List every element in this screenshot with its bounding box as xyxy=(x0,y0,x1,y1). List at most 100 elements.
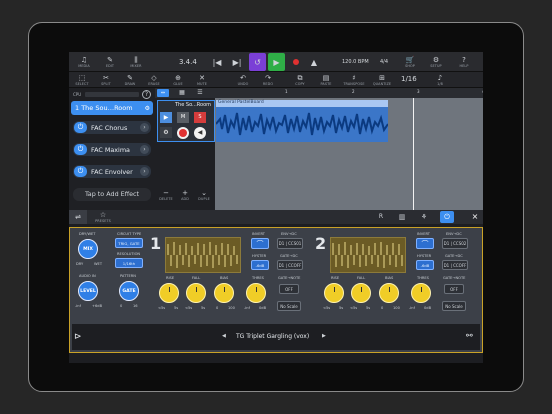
fall-knob[interactable] xyxy=(186,283,206,303)
routing-icon[interactable]: R xyxy=(375,211,387,223)
grid-value[interactable]: 1/16 xyxy=(401,75,417,83)
rewind-to-start-button[interactable]: |◀ xyxy=(210,54,224,70)
sliders-icon[interactable]: ⇌ xyxy=(69,210,87,224)
env-dc-button[interactable]: D1 | CCS02 xyxy=(442,238,468,249)
paste-button[interactable]: ▤ PASTE xyxy=(315,72,337,88)
side-chain-icon[interactable]: ⊳ xyxy=(74,332,82,342)
power-icon[interactable]: ⏻ xyxy=(74,122,87,133)
shop-button[interactable]: 🛒 SHOP xyxy=(399,53,421,71)
snap-icon[interactable]: ⇔ xyxy=(157,89,169,97)
resolution-button[interactable]: 1/16th xyxy=(115,258,143,268)
audio-region[interactable]: General PastelBoard xyxy=(216,100,388,142)
add-track-button[interactable]: + ADD xyxy=(176,184,194,206)
duplicate-track-button[interactable]: ⌄ DUPLE xyxy=(195,184,213,206)
thres-knob[interactable] xyxy=(411,283,431,303)
previous-preset-button[interactable]: ◀ xyxy=(222,333,226,339)
glue-tool[interactable]: ⊕ GLUE xyxy=(167,72,189,88)
settings-icon[interactable]: ⚙ xyxy=(145,105,153,112)
gate-note-button[interactable]: OFF xyxy=(444,284,464,294)
redo-button[interactable]: ↷ REDO xyxy=(257,72,279,88)
piano-icon[interactable]: ▥ xyxy=(396,211,408,223)
preset-name[interactable]: TG Triplet Gargling (vox) xyxy=(236,333,309,340)
mute-button[interactable]: M xyxy=(177,112,189,123)
skip-forward-button[interactable]: ▶| xyxy=(230,54,244,70)
loop-button[interactable]: ↺ xyxy=(249,53,266,71)
help-button[interactable]: ? HELP xyxy=(453,53,475,71)
grid-view-icon[interactable]: ▦ xyxy=(177,89,187,97)
rise-knob[interactable] xyxy=(159,283,179,303)
mute-tool[interactable]: ✕ MUTE xyxy=(191,72,213,88)
gear-icon[interactable]: ⚙ xyxy=(160,127,172,138)
select-tool[interactable]: ⬚ SELECT xyxy=(71,72,93,88)
fall-knob[interactable] xyxy=(351,283,371,303)
link-icon[interactable]: ⚯ xyxy=(466,331,473,340)
edit-button[interactable]: ✎ EDIT xyxy=(99,53,121,71)
playhead[interactable] xyxy=(413,98,414,210)
next-preset-button[interactable]: ▶ xyxy=(322,333,326,339)
split-icon: ✂ xyxy=(103,74,109,82)
erase-tool[interactable]: ◇ ERASE xyxy=(143,72,165,88)
copy-button[interactable]: ⧉ COPY xyxy=(289,72,311,88)
gate-dc-button[interactable]: D1 | CCOFF xyxy=(277,260,303,270)
grid-sub-button[interactable]: ♪ 1/8 xyxy=(429,72,451,88)
bias-knob[interactable] xyxy=(214,283,234,303)
level-knob[interactable]: LEVEL xyxy=(78,281,98,301)
chevron-right-icon[interactable]: › xyxy=(140,145,149,154)
hyster-button[interactable]: -6dB xyxy=(251,260,269,270)
circuit-type-button[interactable]: TRIG, GATE xyxy=(115,238,143,248)
rise-knob[interactable] xyxy=(324,283,344,303)
thres-knob[interactable] xyxy=(246,283,266,303)
power-icon[interactable]: ⏻ xyxy=(74,144,87,155)
chevron-right-icon[interactable]: › xyxy=(140,123,149,132)
media-button[interactable]: ♫ MEDIA xyxy=(73,53,95,71)
draw-tool[interactable]: ✎ DRAW xyxy=(119,72,141,88)
record-button[interactable] xyxy=(289,54,303,70)
add-effect-button[interactable]: Tap to Add Effect xyxy=(73,188,151,201)
play-button[interactable]: ▶ xyxy=(268,53,285,71)
power-icon[interactable]: ⏻ xyxy=(74,166,87,177)
close-icon[interactable]: × xyxy=(469,211,481,223)
info-icon[interactable]: ? xyxy=(142,90,151,99)
network-icon[interactable]: ⚘ xyxy=(418,211,430,223)
time-signature-display[interactable]: 4/4 xyxy=(380,59,388,65)
power-icon[interactable]: ⏻ xyxy=(440,211,454,223)
split-tool[interactable]: ✂ SPLIT xyxy=(95,72,117,88)
transpose-button[interactable]: ♯ TRANSPOSE xyxy=(341,72,367,88)
metronome-button[interactable]: ▲ xyxy=(307,54,321,70)
tempo-display[interactable]: 120.0 BPM xyxy=(342,59,369,65)
edit-label: EDIT xyxy=(105,64,115,68)
fall-label: FALL xyxy=(357,276,366,280)
gate-note-button[interactable]: OFF xyxy=(279,284,299,294)
monitor-speaker-icon[interactable]: ◀ xyxy=(194,127,206,139)
mix-knob[interactable]: MIX xyxy=(78,239,98,259)
scale-button[interactable]: No Scale xyxy=(277,301,301,311)
invert-curve-button[interactable]: ⌒ xyxy=(251,238,269,249)
undo-button[interactable]: ↶ UNDO xyxy=(232,72,254,88)
cpu-label: CPU xyxy=(73,92,82,97)
invert-curve-button[interactable]: ⌒ xyxy=(416,238,434,249)
effect-slot-chorus[interactable]: ⏻ FAC Chorus › xyxy=(73,121,151,134)
list-view-icon[interactable]: ☰ xyxy=(195,89,205,97)
position-display[interactable]: 3.4.4 xyxy=(179,58,197,66)
chevron-right-icon[interactable]: › xyxy=(140,167,149,176)
record-arm-button[interactable] xyxy=(177,127,189,139)
selected-track-chip[interactable]: 1 The Sou…Room ⚙ xyxy=(71,101,153,115)
hyster-button[interactable]: -6dB xyxy=(416,260,434,270)
bias-knob[interactable] xyxy=(379,283,399,303)
track-play-icon[interactable]: ▶ xyxy=(160,112,172,123)
env-dc-button[interactable]: D1 | CCS01 xyxy=(277,238,303,249)
presets-tab[interactable]: ☆ PRESETS xyxy=(91,210,115,224)
solo-button[interactable]: S xyxy=(194,112,206,123)
gate-knob[interactable]: GATE xyxy=(119,281,139,301)
effect-slot-envolver[interactable]: ⏻ FAC Envolver › xyxy=(73,165,151,178)
track-header[interactable]: The So...Room ▶ M S ⚙ ◀ xyxy=(157,100,215,142)
scale-button[interactable]: No Scale xyxy=(442,301,466,311)
timeline-ruler[interactable]: ⇔ ▦ ☰ 1 2 3 4 xyxy=(155,88,483,98)
gate-dc-button[interactable]: D1 | CCOFF xyxy=(442,260,468,270)
setup-button[interactable]: ⚙ SETUP xyxy=(425,53,447,71)
effect-slot-maxima[interactable]: ⏻ FAC Maxima › xyxy=(73,143,151,156)
mixer-button[interactable]: ⫼ MIXER xyxy=(125,53,147,71)
delete-track-button[interactable]: − DELETE xyxy=(157,184,175,206)
pattern-label: PATTERN xyxy=(120,274,136,278)
quantize-button[interactable]: ⊞ QUANTIZE xyxy=(369,72,395,88)
